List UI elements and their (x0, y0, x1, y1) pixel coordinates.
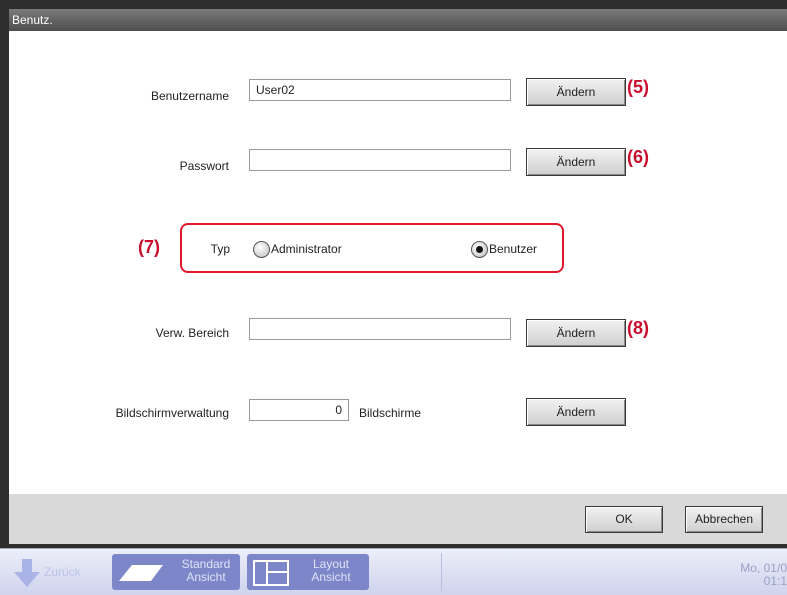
annotation-8: (8) (627, 318, 649, 338)
password-label: Passwort (179, 159, 229, 173)
radio-benutzer-label: Benutzer (489, 242, 538, 256)
screens-label: Bildschirmverwaltung (115, 406, 229, 420)
radio-administrator-icon[interactable] (253, 241, 270, 258)
taskbar: Zurück Standard Ansicht Layout Ansicht M… (0, 548, 787, 595)
type-label: Typ (210, 242, 230, 256)
password-field[interactable] (249, 149, 511, 171)
change-screens-button[interactable]: Ändern (526, 398, 626, 426)
annotation-7: (7) (138, 237, 160, 257)
ok-button[interactable]: OK (585, 506, 663, 533)
area-label: Verw. Bereich (155, 326, 229, 340)
change-area-button[interactable]: Ändern (526, 319, 626, 347)
arrow-down-icon (14, 559, 40, 587)
layout-view-icon (253, 560, 289, 586)
cancel-button[interactable]: Abbrechen (685, 506, 763, 533)
layout-view-label-2: Ansicht (311, 570, 351, 584)
username-label: Benutzername (150, 89, 229, 103)
change-username-button[interactable]: Ändern (526, 78, 626, 106)
window-titlebar: Benutz. (9, 9, 787, 31)
radio-benutzer-icon[interactable] (471, 241, 488, 258)
dialog-content: Benutzername User02 Ändern (5) Passwort … (9, 31, 787, 494)
username-field[interactable]: User02 (249, 79, 511, 101)
standard-view-label-2: Ansicht (186, 570, 226, 584)
window-title: Benutz. (12, 13, 53, 27)
radio-administrator-label: Administrator (271, 242, 342, 256)
annotation-6: (6) (627, 147, 649, 167)
screens-count-field[interactable]: 0 (249, 399, 349, 421)
change-password-button[interactable]: Ändern (526, 148, 626, 176)
annotation-5: (5) (627, 77, 649, 97)
radio-selected-dot-icon (476, 246, 483, 253)
back-label: Zurück (44, 565, 81, 579)
standard-view-button[interactable]: Standard Ansicht (112, 554, 240, 590)
clock-time: 01:1 (763, 574, 787, 588)
area-field[interactable] (249, 318, 511, 340)
screens-unit: Bildschirme (359, 406, 422, 420)
layout-view-button[interactable]: Layout Ansicht (247, 554, 369, 590)
dialog-footer: OK Abbrechen (9, 494, 787, 544)
taskbar-divider (441, 553, 442, 591)
clock: Mo, 01/0 01:1 (700, 562, 787, 588)
standard-view-icon (119, 565, 163, 581)
